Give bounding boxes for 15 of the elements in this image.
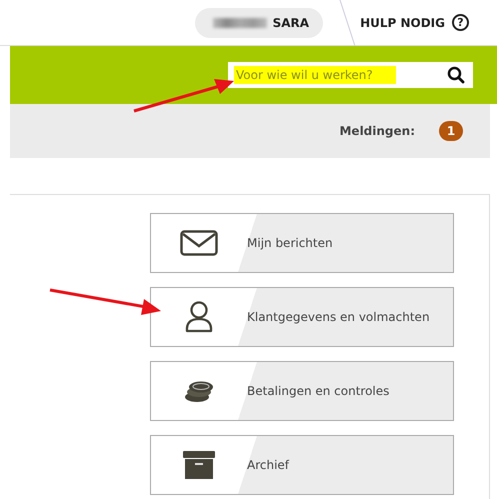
blurred-name	[212, 18, 267, 28]
person-icon	[184, 301, 214, 333]
help-icon: ?	[452, 14, 469, 31]
notifications-label: Meldingen:	[339, 124, 415, 138]
user-button[interactable]: SARA	[194, 8, 324, 38]
search-field[interactable]: Voor wie wil u werken?	[228, 62, 473, 88]
menu-tile[interactable]: Archief	[150, 435, 454, 495]
notification-count: 1	[439, 121, 463, 141]
envelope-icon	[180, 230, 218, 256]
help-link[interactable]: HULP NODIG ?	[360, 14, 469, 31]
archive-box-icon	[183, 451, 215, 479]
menu-tile[interactable]: Betalingen en controles	[150, 361, 454, 421]
menu-tile[interactable]: Mijn berichten	[150, 213, 454, 273]
search-icon[interactable]	[447, 66, 465, 84]
menu-tile[interactable]: Klantgegevens en volmachten	[150, 287, 454, 347]
